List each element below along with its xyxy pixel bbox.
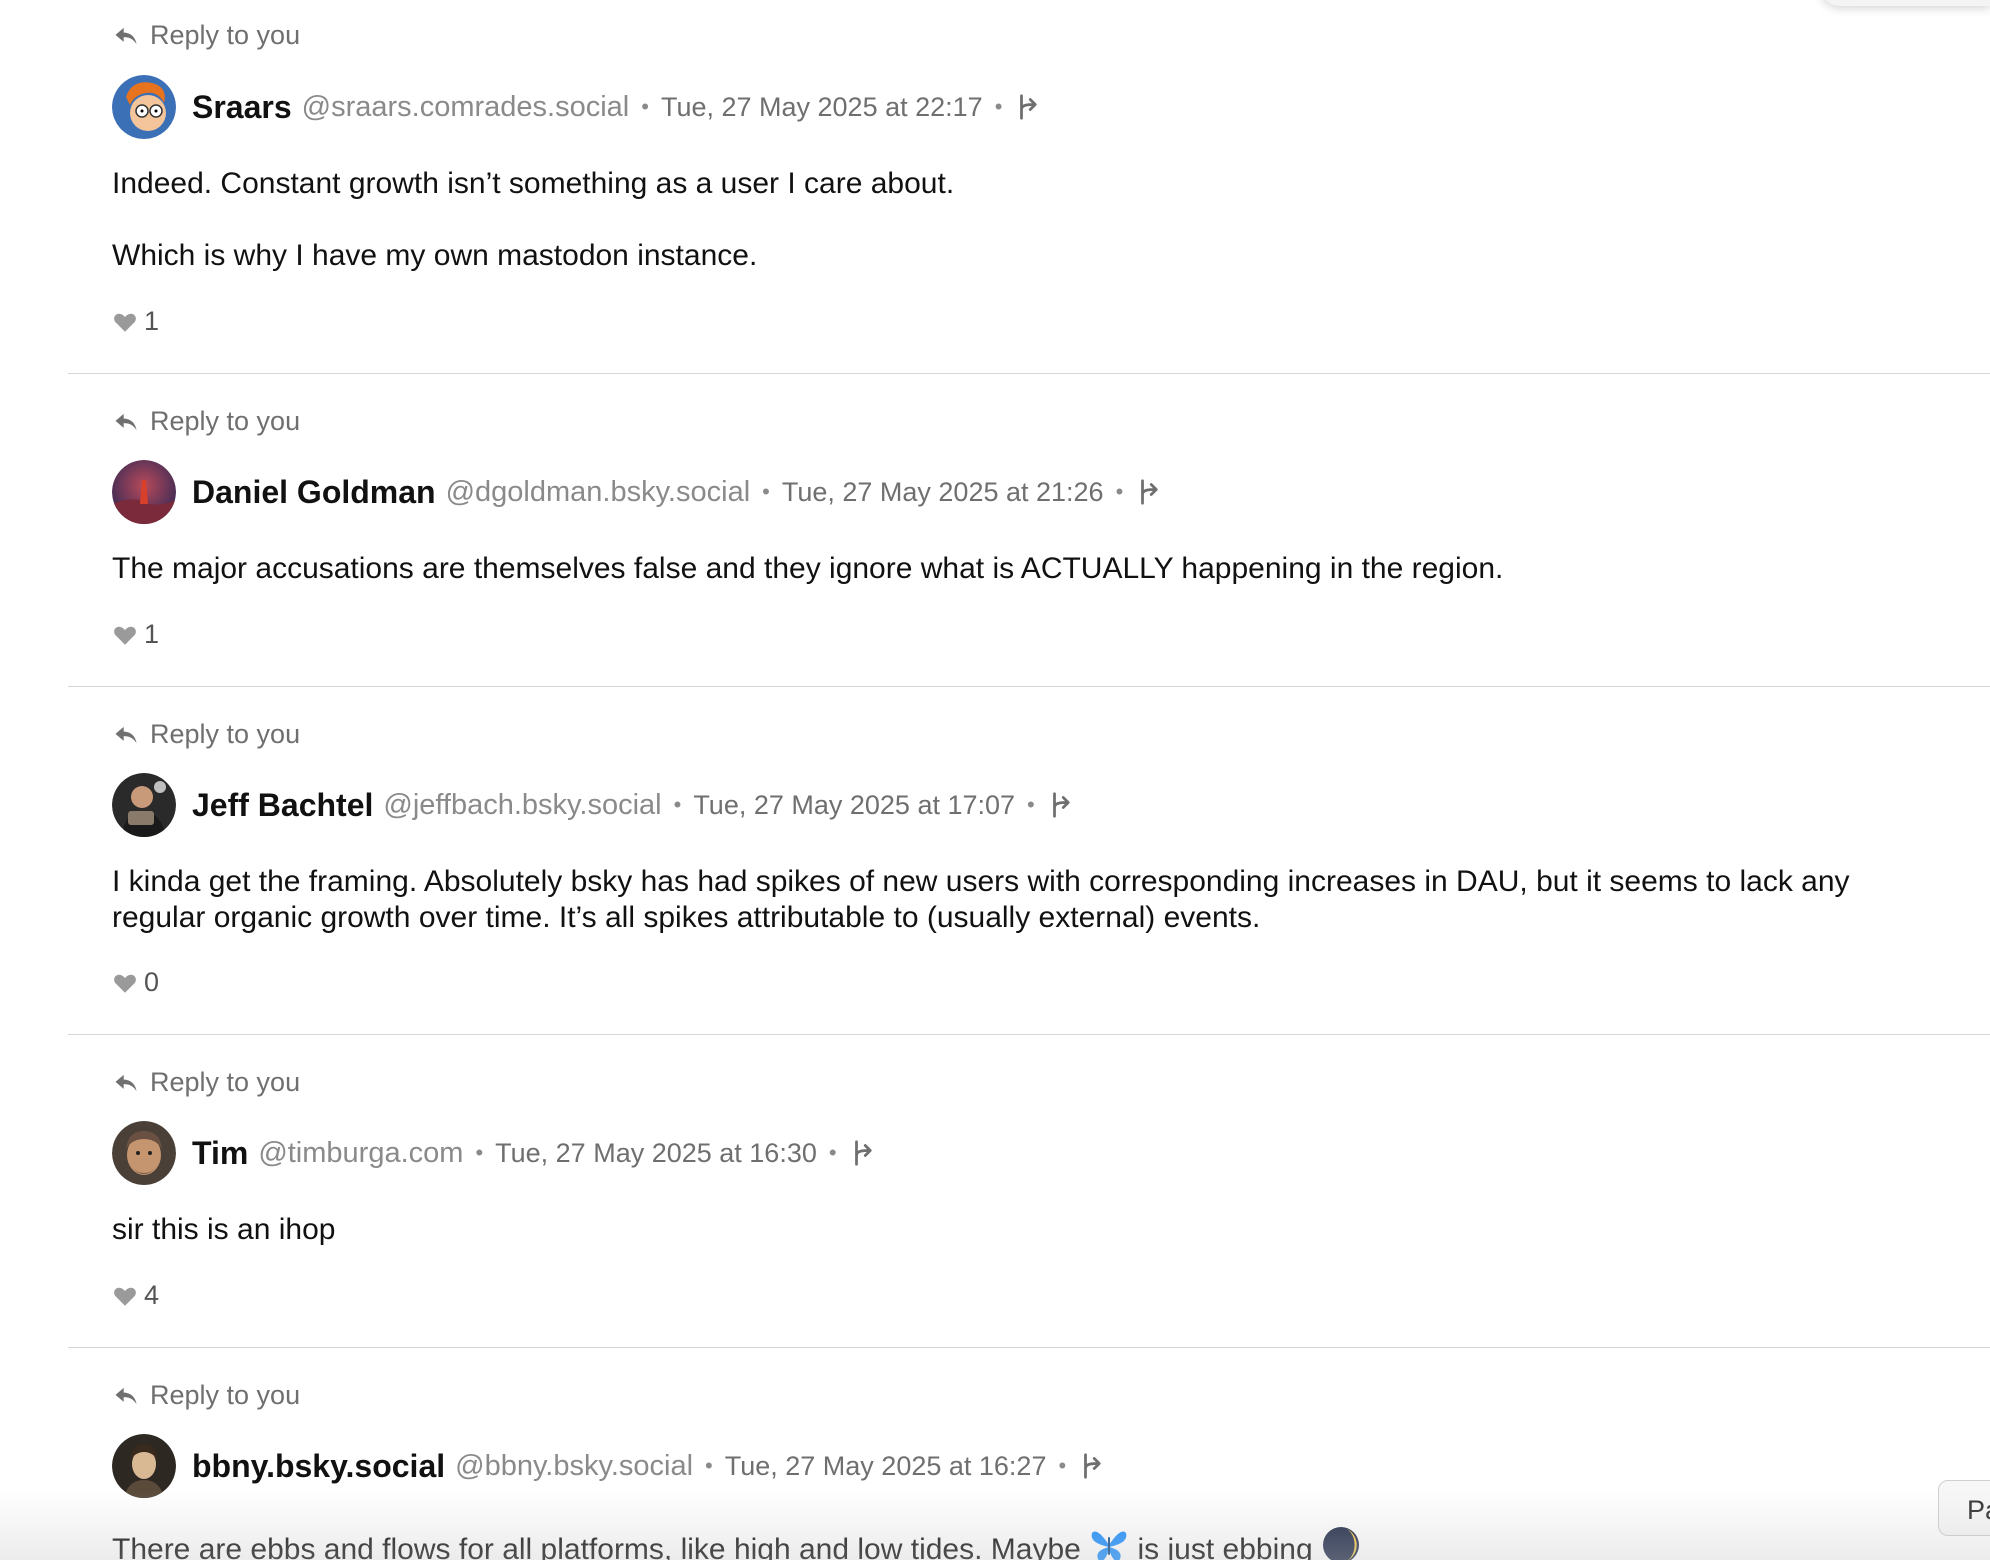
post-timestamp[interactable]: Tue, 27 May 2025 at 22:17 (661, 92, 983, 123)
like-count: 1 (144, 306, 160, 336)
post-paragraph: Which is why I have my own mastodon inst… (112, 239, 758, 272)
thread-fork-icon[interactable] (1014, 92, 1044, 122)
separator-dot: • (828, 1140, 837, 1165)
moon-emoji-icon (1322, 1527, 1359, 1560)
notifications-feed: Reply to you Sraars @sraars.comrades.soc… (0, 0, 1990, 1560)
author-handle[interactable]: @bbny.bsky.social (455, 1450, 693, 1483)
like-count: 4 (144, 1280, 160, 1310)
post-text: I kinda get the framing. Absolutely bsky… (112, 864, 1950, 936)
like-count: 0 (144, 967, 160, 997)
like-button[interactable]: 1 (112, 619, 159, 650)
heart-icon (114, 974, 136, 993)
like-button[interactable]: 1 (112, 306, 159, 337)
reply-arrow-icon (115, 1387, 137, 1404)
author-name[interactable]: Tim (192, 1135, 248, 1172)
reply-arrow-icon (115, 1074, 137, 1091)
separator-dot: • (641, 94, 649, 119)
reply-indicator-label: Reply to you (150, 1067, 301, 1097)
reply-arrow-icon (115, 413, 137, 430)
post-text: There are ebbs and flows for all platfor… (112, 1525, 1950, 1560)
avatar[interactable] (112, 1121, 176, 1185)
reply-arrow-icon (115, 27, 137, 44)
avatar[interactable] (112, 75, 176, 139)
post-paragraph: The major accusations are themselves fal… (112, 552, 1504, 585)
post-timestamp[interactable]: Tue, 27 May 2025 at 16:30 (495, 1138, 817, 1169)
reply-indicator[interactable]: Reply to you (112, 1380, 300, 1411)
separator-dot: • (762, 479, 770, 504)
reply-indicator-label: Reply to you (150, 406, 301, 436)
separator-dot: • (1115, 479, 1124, 504)
post-text-segment: is just ebbing (1137, 1533, 1313, 1560)
reply-post: Reply to you Sraars @sraars.comrades.soc… (68, 0, 1990, 374)
post-timestamp[interactable]: Tue, 27 May 2025 at 16:27 (725, 1451, 1047, 1482)
heart-icon (114, 626, 136, 645)
heart-icon (114, 313, 136, 332)
reply-indicator[interactable]: Reply to you (112, 1067, 300, 1098)
like-count: 1 (144, 619, 160, 649)
heart-icon (114, 1287, 136, 1306)
post-paragraph: sir this is an ihop (112, 1213, 336, 1246)
separator-dot: • (994, 94, 1003, 119)
post-paragraph: Indeed. Constant growth isn’t something … (112, 167, 955, 200)
reply-indicator[interactable]: Reply to you (112, 20, 300, 51)
post-text: sir this is an ihop (112, 1212, 1950, 1248)
separator-dot: • (1027, 792, 1035, 817)
reply-arrow-icon (115, 726, 137, 743)
reply-post: Reply to you Jeff Bachtel @jeffbach.bsky… (68, 686, 1990, 1035)
reply-indicator-label: Reply to you (150, 1380, 301, 1410)
author-handle[interactable]: @dgoldman.bsky.social (446, 476, 751, 509)
avatar[interactable] (112, 773, 176, 837)
post-text: The major accusations are themselves fal… (112, 551, 1950, 587)
thread-fork-icon[interactable] (1135, 477, 1165, 507)
thread-fork-icon[interactable] (849, 1138, 879, 1168)
author-name[interactable]: Jeff Bachtel (192, 787, 373, 824)
separator-dot: • (673, 792, 682, 817)
post-paragraph: There are ebbs and flows for all platfor… (112, 1525, 1950, 1560)
author-handle[interactable]: @timburga.com (258, 1137, 463, 1170)
post-timestamp[interactable]: Tue, 27 May 2025 at 21:26 (782, 477, 1104, 508)
like-button[interactable]: 0 (112, 967, 159, 998)
separator-dot: • (1058, 1453, 1067, 1478)
reply-post: Reply to you Tim @timburga.com • Tue, 27… (68, 1034, 1990, 1348)
separator-dot: • (475, 1140, 484, 1165)
avatar[interactable] (112, 1434, 176, 1498)
like-button[interactable]: 4 (112, 1280, 159, 1311)
reply-indicator[interactable]: Reply to you (112, 719, 300, 750)
reply-indicator-label: Reply to you (150, 719, 301, 749)
thread-fork-icon[interactable] (1047, 790, 1077, 820)
reply-post: Reply to you Daniel Goldman @dgoldman.bs… (68, 373, 1990, 687)
author-name[interactable]: Sraars (192, 89, 292, 126)
post-timestamp[interactable]: Tue, 27 May 2025 at 17:07 (693, 790, 1015, 821)
pager-tab-button[interactable]: Pa (1938, 1480, 1990, 1536)
thread-fork-icon[interactable] (1078, 1451, 1108, 1481)
avatar[interactable] (112, 460, 176, 524)
reply-indicator[interactable]: Reply to you (112, 406, 300, 437)
reply-post: Reply to you bbny.bsky.social @bbny.bsky… (68, 1347, 1990, 1560)
post-text-segment: There are ebbs and flows for all platfor… (112, 1533, 1081, 1560)
author-name[interactable]: bbny.bsky.social (192, 1448, 445, 1485)
butterfly-emoji-icon (1091, 1531, 1127, 1560)
post-text: Indeed. Constant growth isn’t something … (112, 166, 1950, 274)
author-name[interactable]: Daniel Goldman (192, 474, 436, 511)
post-paragraph: I kinda get the framing. Absolutely bsky… (112, 865, 1850, 934)
author-handle[interactable]: @jeffbach.bsky.social (383, 789, 661, 822)
author-handle[interactable]: @sraars.comrades.social (302, 91, 630, 124)
separator-dot: • (705, 1453, 713, 1478)
reply-indicator-label: Reply to you (150, 20, 301, 50)
